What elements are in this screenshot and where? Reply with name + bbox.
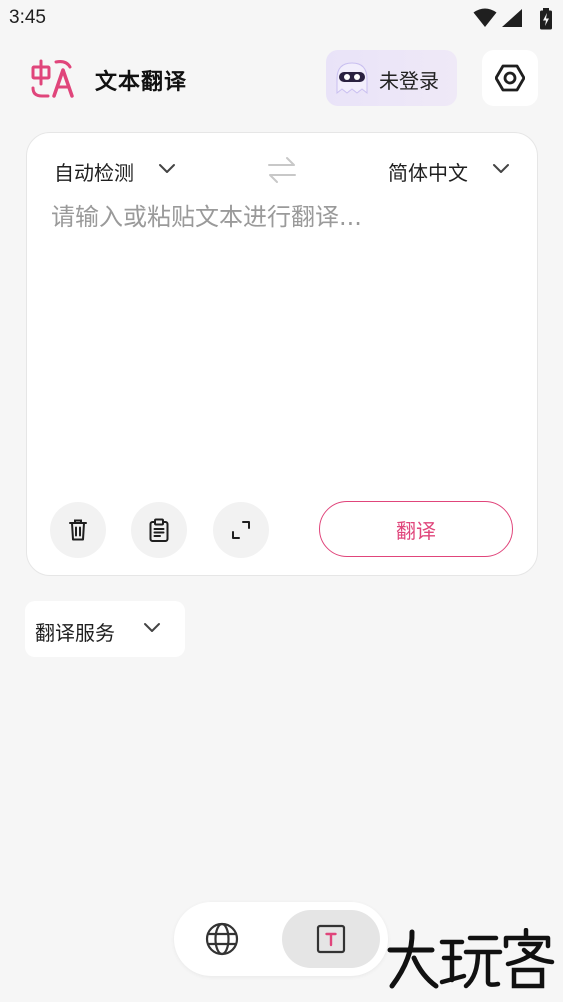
nav-text-translate[interactable] — [282, 910, 380, 968]
source-language-label: 自动检测 — [54, 161, 134, 185]
trash-icon — [69, 519, 87, 541]
translate-button[interactable]: 翻译 — [319, 501, 513, 557]
target-language-label: 简体中文 — [388, 161, 468, 185]
source-text-input[interactable] — [51, 197, 515, 477]
wifi-icon — [473, 8, 497, 27]
clear-button[interactable] — [50, 502, 106, 558]
ghost-avatar-icon — [336, 62, 368, 95]
translation-service-label: 翻译服务 — [35, 621, 115, 645]
status-time: 3:45 — [9, 7, 46, 28]
paste-button[interactable] — [131, 502, 187, 558]
expand-icon — [232, 521, 250, 539]
expand-button[interactable] — [213, 502, 269, 558]
chevron-down-icon — [493, 164, 509, 173]
login-label: 未登录 — [379, 69, 439, 93]
page-title: 文本翻译 — [95, 70, 188, 95]
app-header: 文本翻译 未登录 — [0, 44, 563, 114]
watermark-logo — [387, 928, 555, 989]
globe-icon[interactable] — [202, 919, 242, 959]
chevron-down-icon — [159, 164, 175, 173]
signal-icon — [502, 9, 522, 27]
bottom-nav — [174, 902, 388, 976]
translate-logo-icon — [31, 59, 74, 98]
translate-card: 自动检测 简体中文 翻译 — [26, 132, 538, 576]
status-bar: 3:45 — [0, 0, 563, 38]
login-button[interactable]: 未登录 — [326, 50, 457, 106]
clipboard-icon — [149, 518, 169, 542]
swap-arrows-icon[interactable] — [266, 155, 298, 185]
settings-button[interactable] — [482, 50, 538, 106]
chevron-down-icon — [144, 623, 160, 632]
text-box-icon — [316, 924, 346, 954]
translation-service-select[interactable]: 翻译服务 — [25, 601, 185, 657]
battery-icon — [540, 8, 552, 30]
hexagon-settings-icon — [495, 64, 525, 92]
